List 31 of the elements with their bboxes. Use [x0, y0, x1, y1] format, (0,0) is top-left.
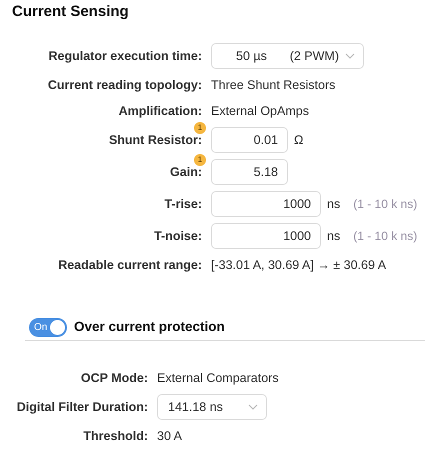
field-label: Amplification:: [118, 102, 202, 120]
field-value: External OpAmps: [211, 102, 309, 120]
field-value: [-33.01 A, 30.69 A] → ± 30.69 A: [211, 256, 386, 274]
range-hint: (1 - 10 k ns): [353, 196, 418, 213]
number-input[interactable]: 0.01: [211, 127, 288, 153]
dropdown-select[interactable]: 141.18 ns: [157, 394, 267, 420]
field-label: Regulator execution time:: [48, 48, 202, 65]
dropdown-select[interactable]: 50 µs (2 PWM): [211, 43, 364, 69]
field-label: Threshold:: [83, 428, 148, 445]
count-badge: 1: [194, 122, 206, 134]
chevron-down-icon: [345, 53, 355, 59]
field-label: T-noise:: [154, 228, 202, 245]
field-label: Current reading topology:: [48, 76, 202, 94]
chevron-down-icon: [248, 404, 258, 410]
field-label: Readable current range:: [58, 256, 202, 274]
number-input[interactable]: 1000: [211, 223, 321, 249]
count-badge: 1: [194, 154, 206, 166]
number-input[interactable]: 1000: [211, 191, 321, 217]
field-label: Digital Filter Duration:: [16, 398, 148, 416]
unit-label: ns: [327, 228, 340, 245]
field-label: T-rise:: [164, 196, 202, 213]
field-value: Three Shunt Resistors: [211, 76, 336, 94]
field-value: External Comparators: [157, 370, 279, 387]
field-label: OCP Mode:: [80, 370, 148, 387]
number-input[interactable]: 5.18: [211, 159, 288, 185]
unit-label: Ω: [294, 132, 304, 149]
section-title: Over current protection: [74, 318, 225, 336]
field-value: 30 A: [157, 428, 182, 445]
section-title: Current Sensing: [12, 2, 129, 22]
range-hint: (1 - 10 k ns): [353, 228, 418, 245]
unit-label: ns: [327, 196, 340, 213]
